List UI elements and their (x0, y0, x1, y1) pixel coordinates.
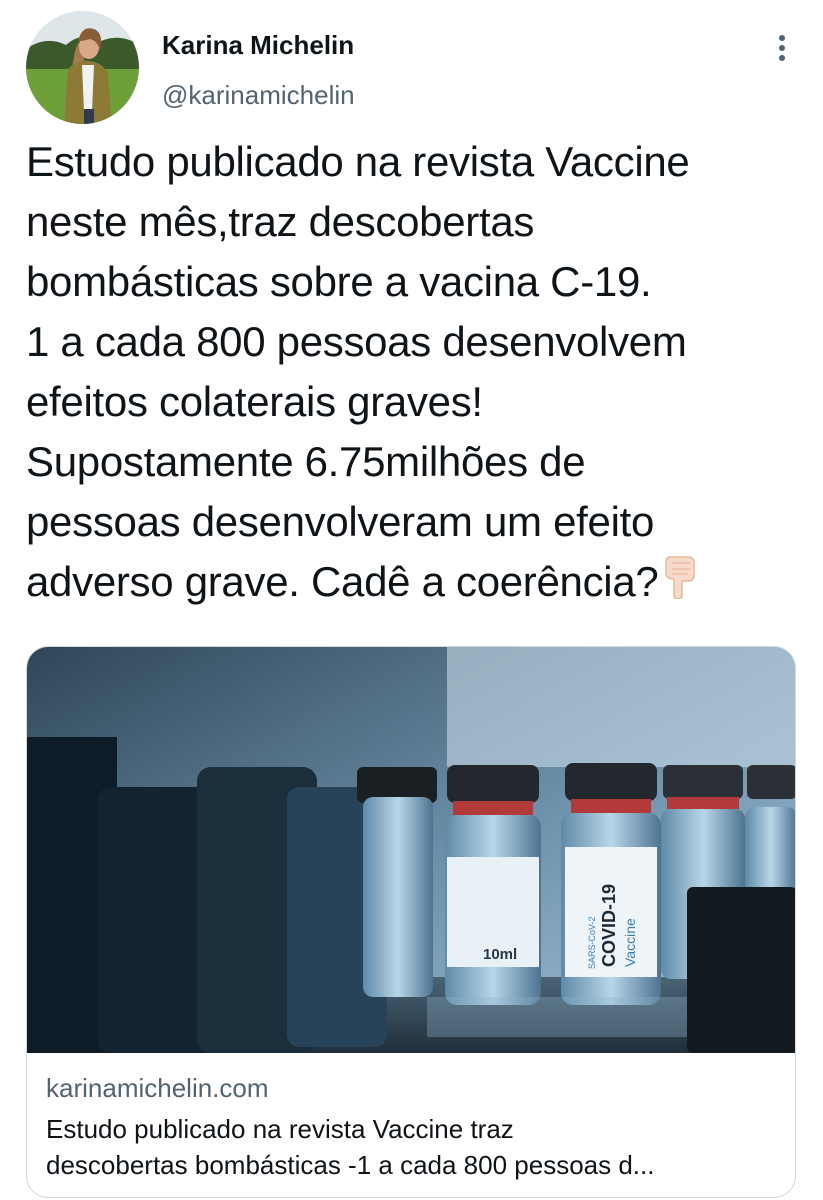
link-description[interactable]: Estudo publicado na revista Vaccine traz… (46, 1111, 781, 1183)
author-handle[interactable]: @karinamichelin (162, 78, 355, 112)
pointing-down-hand-icon (660, 555, 700, 615)
tweet-line: Estudo publicado na revista Vaccine (26, 138, 690, 185)
vaccine-vials-image: 10ml COVID-19 Vaccine SARS-CoV-2 (27, 647, 795, 1053)
tweet-line: 1 a cada 800 pessoas desenvolvem (26, 318, 687, 365)
link-domain[interactable]: karinamichelin.com (46, 1071, 269, 1105)
avatar[interactable] (26, 11, 139, 124)
vial-size-label: 10ml (483, 946, 517, 963)
tweet-line: neste mês,traz descobertas (26, 198, 535, 245)
tweet-line: bombásticas sobre a vacina C-19. (26, 258, 652, 305)
avatar-photo (26, 11, 139, 124)
tweet-line: efeitos colaterais graves! (26, 378, 483, 425)
tweet-line: pessoas desenvolveram um efeito (26, 498, 655, 545)
more-options-button[interactable] (762, 28, 802, 68)
vial-product-label: Vaccine (622, 918, 638, 967)
vial-virus-label: SARS-CoV-2 (587, 916, 597, 969)
link-preview-card[interactable]: 10ml COVID-19 Vaccine SARS-CoV-2 karinam… (26, 646, 796, 1198)
tweet-text: Estudo publicado na revista Vaccine nest… (26, 132, 816, 615)
link-description-line: Estudo publicado na revista Vaccine traz (46, 1114, 514, 1144)
author-name[interactable]: Karina Michelin (162, 28, 354, 62)
link-description-line: descobertas bombásticas -1 a cada 800 pe… (46, 1150, 655, 1180)
more-dots-icon (779, 35, 785, 61)
vial-brand-label: COVID-19 (599, 884, 619, 967)
tweet-line-last: adverso grave. Cadê a coerência? (26, 552, 816, 615)
tweet-line-text: adverso grave. Cadê a coerência? (26, 558, 659, 605)
tweet-line: Supostamente 6.75milhões de (26, 438, 586, 485)
